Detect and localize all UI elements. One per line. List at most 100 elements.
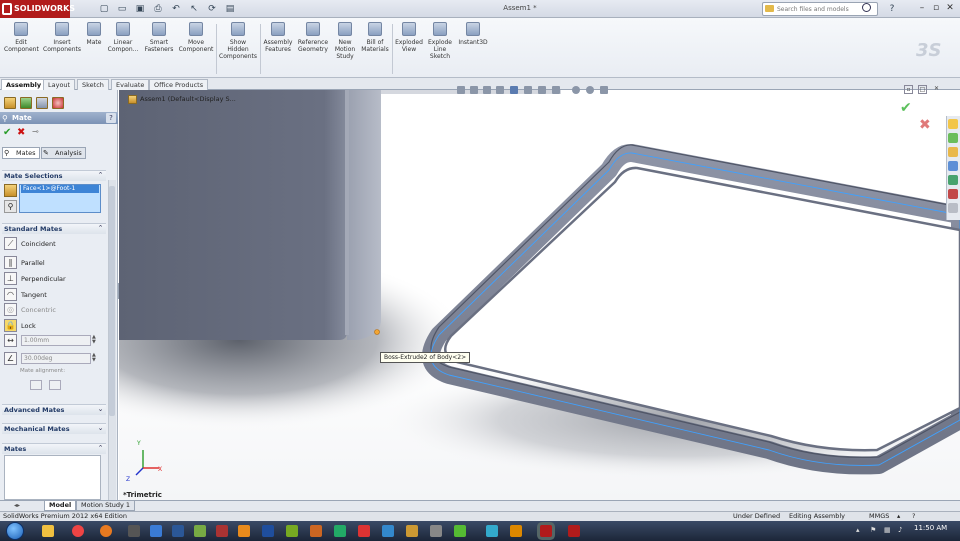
help-icon[interactable]: ?: [886, 3, 898, 15]
chrome-taskbar-icon[interactable]: [72, 525, 84, 537]
mate-selection-item[interactable]: Face<1>@Foot-1: [21, 185, 99, 193]
app-taskbar-icon[interactable]: [334, 525, 346, 537]
coincident-icon[interactable]: ⟋: [4, 237, 17, 250]
volume-icon[interactable]: ♪: [898, 526, 902, 534]
hide-show-items-icon[interactable]: [538, 86, 546, 94]
app-taskbar-icon[interactable]: [454, 525, 466, 537]
restore-button[interactable]: ▫: [930, 3, 942, 15]
firefox-taskbar-icon[interactable]: [100, 525, 112, 537]
save-icon[interactable]: ▣: [134, 3, 146, 15]
photoshop-taskbar-icon[interactable]: [262, 525, 274, 537]
zoom-to-fit-icon[interactable]: [457, 86, 465, 94]
collapse-chevron-icon[interactable]: ⌃: [96, 171, 105, 180]
configuration-manager-icon[interactable]: [36, 97, 48, 109]
cancel-x-icon[interactable]: ✖: [17, 127, 25, 138]
advanced-mates-header[interactable]: Advanced Mates: [2, 404, 106, 415]
network-icon[interactable]: ▦: [884, 526, 891, 534]
search-input[interactable]: Search files and models: [762, 2, 878, 16]
foot-block-side-face[interactable]: [347, 90, 381, 340]
tangent-option[interactable]: Tangent: [21, 291, 47, 299]
perpendicular-icon[interactable]: ⊥: [4, 272, 17, 285]
app-taskbar-icon[interactable]: [150, 525, 162, 537]
minimize-button[interactable]: –: [916, 3, 928, 15]
new-motion-study-button[interactable]: New Motion Study: [332, 22, 358, 78]
new-document-icon[interactable]: ▢: [98, 3, 110, 15]
select-icon[interactable]: ↖: [188, 3, 200, 15]
tray-arrow-icon[interactable]: ▴: [856, 526, 860, 534]
app-taskbar-icon[interactable]: [382, 525, 394, 537]
smart-fasteners-button[interactable]: Smart Fasteners: [142, 22, 176, 78]
model-view[interactable]: [119, 90, 960, 500]
expand-chevron-icon[interactable]: ⌄: [96, 424, 105, 433]
angle-field[interactable]: 30.00deg: [21, 353, 91, 364]
expand-chevron-icon[interactable]: ⌄: [96, 405, 105, 414]
app-taskbar-icon[interactable]: [486, 525, 498, 537]
flag-icon[interactable]: ⚑: [870, 526, 876, 534]
angle-spinner[interactable]: ▲ ▼: [92, 353, 98, 363]
distance-field[interactable]: 1.00mm: [21, 335, 91, 346]
move-component-button[interactable]: Move Component: [178, 22, 214, 78]
lock-icon[interactable]: 🔒: [4, 319, 17, 332]
zoom-area-icon[interactable]: [470, 86, 478, 94]
feature-tree-root[interactable]: Assem1 (Default<Display S...: [140, 95, 236, 103]
mate-selections-header[interactable]: Mate Selections: [2, 170, 106, 181]
view-orientation-icon[interactable]: [510, 86, 518, 94]
app-taskbar-icon[interactable]: [216, 525, 228, 537]
app-taskbar-icon[interactable]: [172, 525, 184, 537]
mate-button[interactable]: Mate: [84, 22, 104, 78]
linear-component-pattern-button[interactable]: Linear Compon...: [106, 22, 140, 78]
insert-components-button[interactable]: Insert Components: [42, 22, 82, 78]
start-button[interactable]: [6, 522, 24, 540]
camera-icon[interactable]: [600, 86, 608, 94]
graphics-area[interactable]: [119, 90, 960, 500]
edit-component-button[interactable]: Edit Component: [4, 22, 39, 78]
taskbar-clock[interactable]: 11:50 AM: [914, 524, 947, 532]
viewport-maximize-button[interactable]: □: [918, 85, 927, 94]
display-style-icon[interactable]: [524, 86, 532, 94]
explode-line-sketch-button[interactable]: Explode Line Sketch: [426, 22, 454, 78]
distance-icon[interactable]: ↔: [4, 334, 17, 347]
assembly-icon[interactable]: [128, 95, 137, 104]
parallel-icon[interactable]: ∥: [4, 256, 17, 269]
edit-appearance-icon[interactable]: [552, 86, 560, 94]
multi-mate-icon[interactable]: ⚲: [4, 200, 17, 213]
tangent-icon[interactable]: ◠: [4, 288, 17, 301]
print-icon[interactable]: ⎙: [152, 3, 164, 15]
app-taskbar-icon[interactable]: [430, 525, 442, 537]
close-button[interactable]: ✕: [944, 3, 956, 15]
explorer-taskbar-icon[interactable]: [42, 525, 54, 537]
assembly-features-button[interactable]: Assembly Features: [262, 22, 294, 78]
exploded-view-button[interactable]: Exploded View: [394, 22, 424, 78]
app-taskbar-icon[interactable]: [510, 525, 522, 537]
options-icon[interactable]: ▤: [224, 3, 236, 15]
tab-assembly[interactable]: Assembly: [1, 79, 47, 90]
selection-vertex[interactable]: [374, 329, 380, 335]
mates-list[interactable]: [4, 455, 101, 500]
tab-motion-study-1[interactable]: Motion Study 1: [76, 501, 136, 511]
apply-scene-icon[interactable]: [572, 86, 580, 94]
app-taskbar-icon[interactable]: [286, 525, 298, 537]
status-help-icon[interactable]: ?: [912, 512, 915, 520]
search-icon[interactable]: [862, 3, 871, 12]
tab-scroll-arrows-icon[interactable]: ◂▸: [14, 502, 20, 509]
app-taskbar-icon[interactable]: [310, 525, 322, 537]
bill-of-materials-button[interactable]: Bill of Materials: [360, 22, 390, 78]
section-view-icon[interactable]: [496, 86, 504, 94]
app-taskbar-icon[interactable]: [406, 525, 418, 537]
anti-aligned-icon[interactable]: [49, 380, 61, 390]
units-selector[interactable]: MMGS: [869, 512, 889, 520]
resources-icon[interactable]: [948, 119, 958, 129]
panel-scrollbar-thumb[interactable]: [109, 186, 115, 416]
confirmation-cancel-icon[interactable]: ✖: [919, 117, 931, 133]
ok-check-icon[interactable]: ✔: [3, 127, 11, 138]
viewport-restore-button[interactable]: ▫: [904, 85, 913, 94]
app-taskbar-icon[interactable]: [194, 525, 206, 537]
viewport-close-button[interactable]: ✕: [932, 85, 941, 94]
instant3d-button[interactable]: Instant3D: [456, 22, 490, 78]
tab-model[interactable]: Model: [44, 501, 77, 511]
aligned-icon[interactable]: [30, 380, 42, 390]
display-manager-icon[interactable]: [52, 97, 64, 109]
appearances-icon[interactable]: [948, 189, 958, 199]
illustrator-taskbar-icon[interactable]: [238, 525, 250, 537]
distance-spinner[interactable]: ▲ ▼: [92, 335, 98, 345]
